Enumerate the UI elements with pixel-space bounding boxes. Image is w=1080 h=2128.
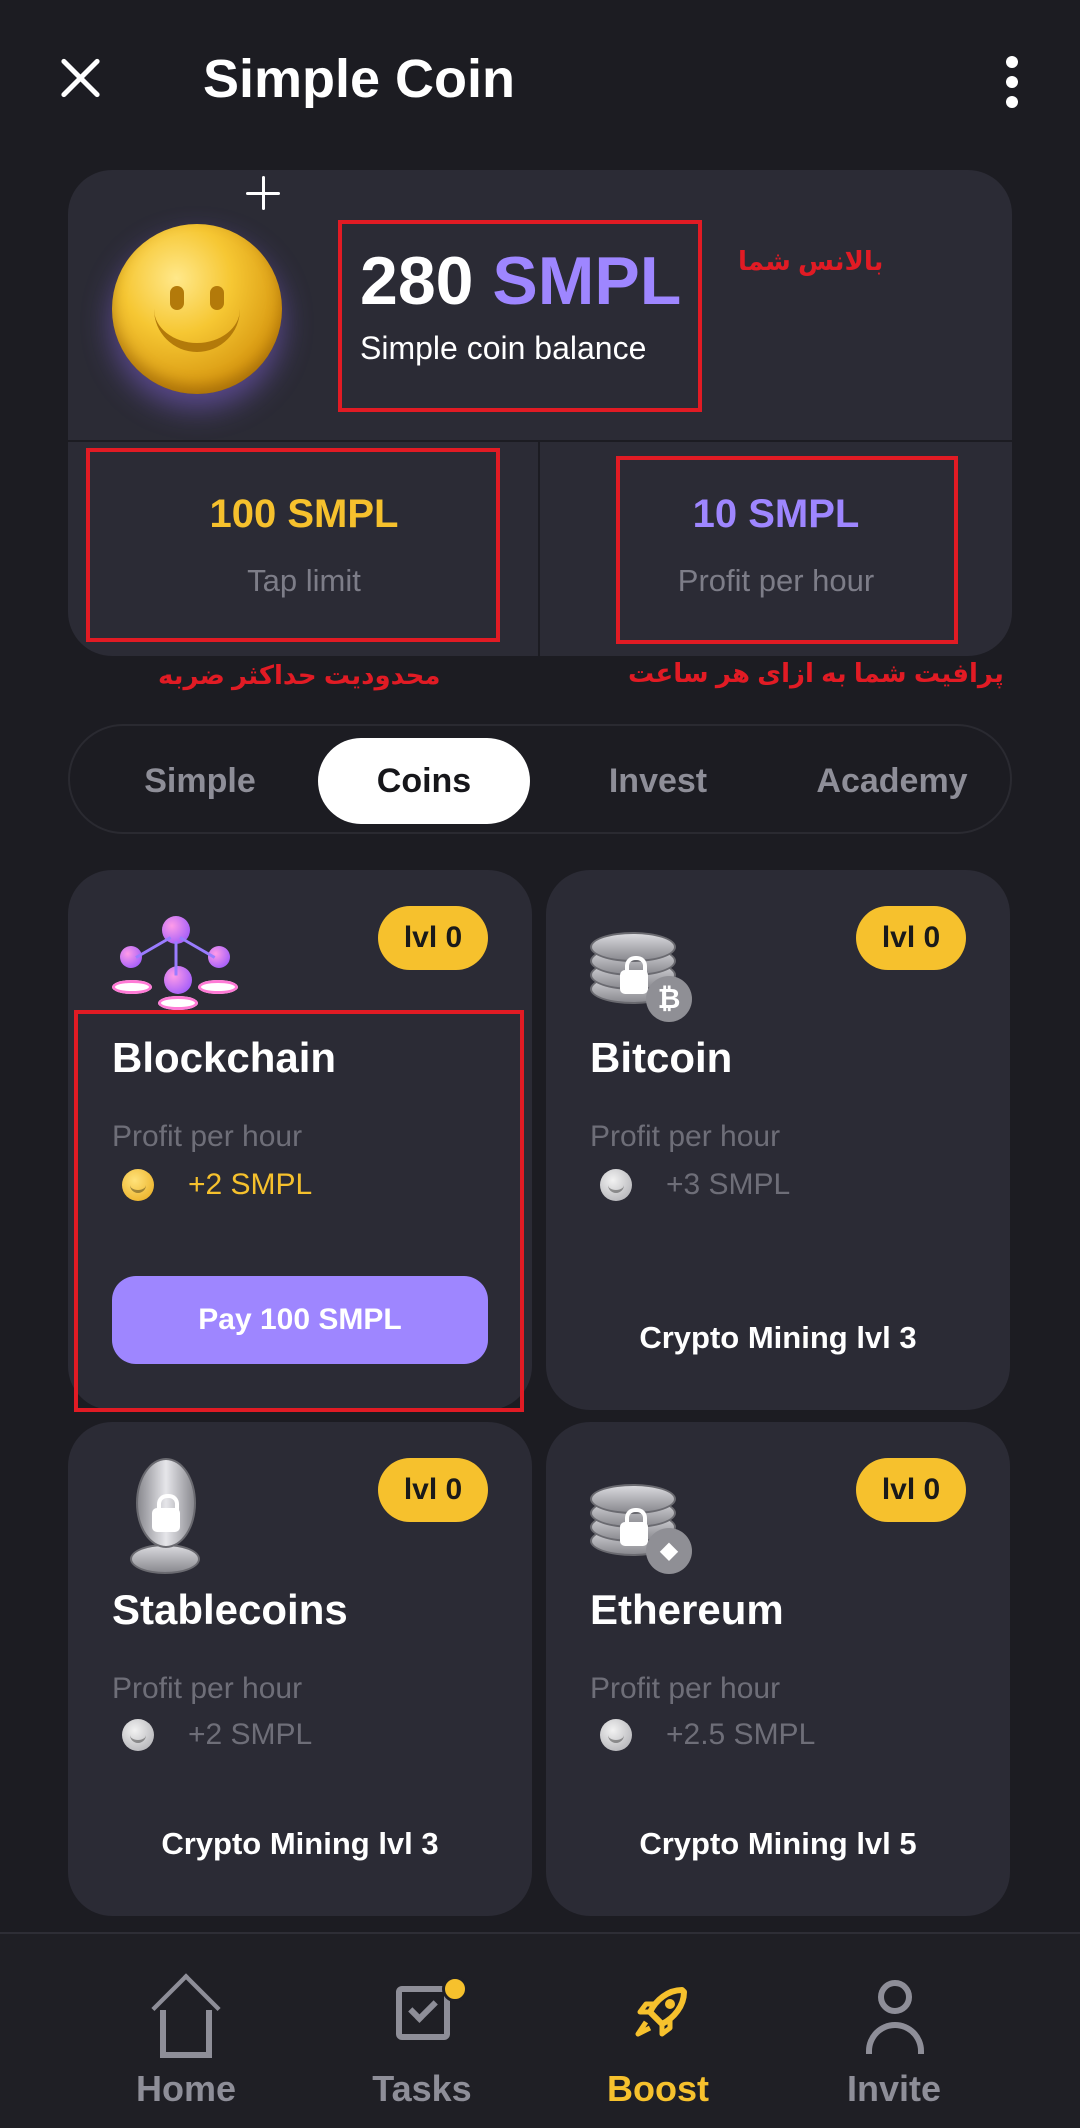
level-badge: lvl 0 [856,906,966,970]
category-tabs: Simple Coins Invest Academy [68,724,1012,834]
network-icon [112,916,242,1016]
annotation-tap-limit: محدودیت حداکثر ضربه [158,660,441,690]
app-header: Simple Coin [0,0,1080,160]
card-title: Stablecoins [112,1586,348,1633]
level-badge: lvl 0 [378,906,488,970]
profit-value: +2.5 SMPL [666,1718,816,1751]
ethereum-symbol: ◆ [646,1528,692,1574]
unlock-requirement: Crypto Mining lvl 5 [639,1826,917,1861]
card-title: Bitcoin [590,1034,733,1081]
nav-boost[interactable]: Boost [538,1934,778,2128]
divider [68,440,1012,442]
more-options-icon[interactable] [992,52,1032,112]
nav-label: Invite [846,2068,942,2109]
level-badge: lvl 0 [378,1458,488,1522]
close-icon[interactable] [44,42,116,114]
coin-icon [600,1719,632,1751]
profit-row: +3 SMPL [600,1168,790,1202]
sparkle-icon [246,176,280,210]
nav-label: Tasks [372,2068,472,2109]
annotation-profit: پرافیت شما به ازای هر ساعت [628,658,1004,688]
unlock-requirement: Crypto Mining lvl 3 [639,1320,917,1355]
person-icon [878,1980,912,2014]
notification-dot [442,1976,468,2002]
card-subtitle: Profit per hour [112,1672,303,1705]
card-subtitle: Profit per hour [590,1120,781,1153]
locked-bitcoin-icon: ₿ [590,916,720,1022]
tab-simple[interactable]: Simple [110,738,290,824]
annotation-box-profit [616,456,958,644]
profit-value: +3 SMPL [666,1168,791,1201]
coin-icon [600,1169,632,1201]
annotation-box-tap-limit [86,448,500,642]
coin-icon [122,1719,154,1751]
smiley-coin-icon[interactable] [112,224,282,394]
card-bitcoin[interactable]: ₿ lvl 0 Bitcoin Profit per hour +3 SMPL … [546,870,1010,1410]
profit-row: +2 SMPL [122,1718,312,1752]
annotation-box-blockchain [74,1010,524,1412]
bottom-nav: Home Tasks Boost Invite [0,1932,1080,2128]
locked-stablecoin-icon [112,1458,242,1574]
level-badge: lvl 0 [856,1458,966,1522]
profit-row: +2.5 SMPL [600,1718,815,1752]
nav-tasks[interactable]: Tasks [302,1934,542,2128]
bitcoin-symbol: ₿ [646,976,692,1022]
tab-coins[interactable]: Coins [318,738,530,824]
annotation-box-balance [338,220,702,412]
page-title: Simple Coin [203,49,516,109]
card-ethereum[interactable]: ◆ lvl 0 Ethereum Profit per hour +2.5 SM… [546,1422,1010,1916]
nav-label: Home [135,2068,237,2109]
annotation-balance: بالانس شما [738,246,884,276]
card-stablecoins[interactable]: lvl 0 Stablecoins Profit per hour +2 SMP… [68,1422,532,1916]
locked-ethereum-icon: ◆ [590,1468,720,1574]
nav-label: Boost [607,2068,709,2109]
home-icon [160,2010,212,2058]
tab-academy[interactable]: Academy [782,738,1002,824]
card-subtitle: Profit per hour [590,1672,781,1705]
card-title: Ethereum [590,1586,784,1633]
nav-home[interactable]: Home [66,1934,306,2128]
unlock-requirement: Crypto Mining lvl 3 [161,1826,439,1861]
profit-value: +2 SMPL [188,1718,313,1751]
rocket-icon [635,1987,687,2037]
tab-invest[interactable]: Invest [558,738,758,824]
nav-invite[interactable]: Invite [774,1934,1014,2128]
person-body [866,2022,924,2054]
